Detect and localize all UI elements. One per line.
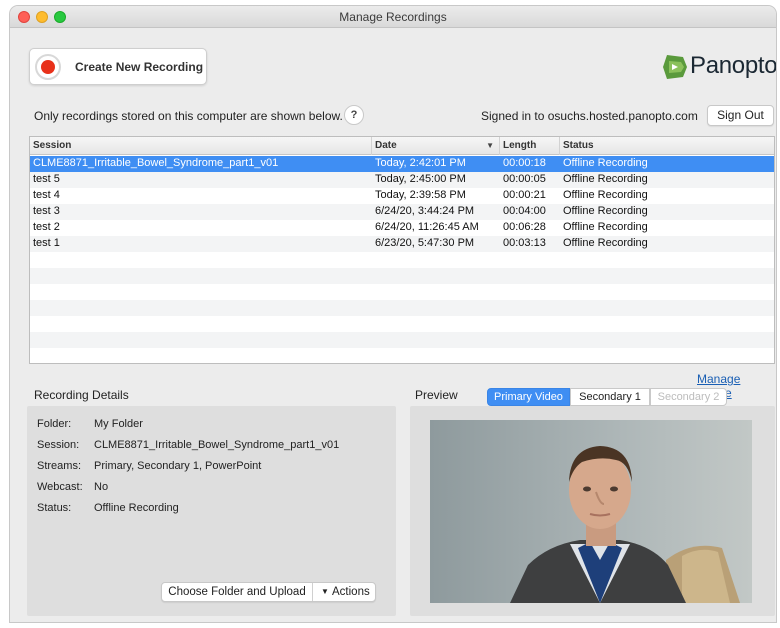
folder-value: My Folder [94,418,143,430]
cell-date: Today, 2:39:58 PM [375,189,466,201]
actions-label: Actions [332,586,370,598]
cell-session: test 4 [33,189,60,201]
table-row[interactable]: test 5 Today, 2:45:00 PM 00:00:05 Offlin… [30,172,774,188]
panopto-logo: Panopto [661,51,776,83]
manage-recordings-window: Manage Recordings Create New Recording P… [10,6,776,622]
cell-date: 6/24/20, 11:26:45 AM [375,221,479,233]
empty-row [30,332,774,348]
recording-details-title: Recording Details [34,388,129,402]
actions-dropdown-button[interactable]: ▼ Actions [314,583,376,601]
empty-row [30,252,774,268]
table-row[interactable]: test 4 Today, 2:39:58 PM 00:00:21 Offlin… [30,188,774,204]
cell-length: 00:00:21 [503,189,546,201]
cell-length: 00:03:13 [503,237,546,249]
signed-in-text: Signed in to osuchs.hosted.panopto.com [481,109,698,123]
status-label: Status: [37,502,72,514]
cell-session: test 5 [33,173,60,185]
streams-label: Streams: [37,460,82,472]
tab-secondary-1[interactable]: Secondary 1 [570,388,650,406]
window-title: Manage Recordings [339,10,447,24]
cell-status: Offline Recording [563,157,648,169]
column-header-status[interactable]: Status [560,137,774,155]
cell-date: 6/24/20, 3:44:24 PM [375,205,475,217]
panopto-logo-icon [663,55,687,79]
cell-date: Today, 2:45:00 PM [375,173,466,185]
cell-length: 00:00:05 [503,173,546,185]
cell-session: test 3 [33,205,60,217]
column-header-session[interactable]: Session [30,137,372,155]
empty-row [30,348,774,363]
preview-title: Preview [415,388,458,402]
empty-row [30,316,774,332]
cell-session: test 1 [33,237,60,249]
cell-status: Offline Recording [563,237,648,249]
cell-length: 00:00:18 [503,157,546,169]
create-new-recording-label: Create New Recording [75,60,204,74]
streams-value: Primary, Secondary 1, PowerPoint [94,460,262,472]
table-row[interactable]: CLME8871_Irritable_Bowel_Syndrome_part1_… [30,156,774,172]
column-header-date-label: Date [375,140,397,151]
cell-session: CLME8871_Irritable_Bowel_Syndrome_part1_… [33,157,279,169]
cell-status: Offline Recording [563,173,648,185]
table-row[interactable]: test 3 6/24/20, 3:44:24 PM 00:04:00 Offl… [30,204,774,220]
video-preview [430,420,752,603]
webcast-label: Webcast: [37,481,83,493]
empty-row [30,300,774,316]
tab-primary-video[interactable]: Primary Video [487,388,570,406]
recording-details-panel: Folder: My Folder Session: CLME8871_Irri… [27,406,396,616]
preview-panel [410,406,775,616]
recordings-table: Session Date ▼ Length Status CLME8871_Ir… [29,136,775,364]
cell-session: test 2 [33,221,60,233]
table-header: Session Date ▼ Length Status [30,137,774,155]
upload-button-group: Choose Folder and Upload ▼ Actions [161,582,376,602]
cell-length: 00:06:28 [503,221,546,233]
presenter-video-frame [430,420,752,603]
panopto-logo-text: Panopto [690,52,776,79]
record-icon [35,54,61,80]
cell-status: Offline Recording [563,189,648,201]
session-label: Session: [37,439,80,451]
empty-row [30,268,774,284]
session-value: CLME8871_Irritable_Bowel_Syndrome_part1_… [94,439,340,451]
cell-date: 6/23/20, 5:47:30 PM [375,237,475,249]
sort-descending-icon: ▼ [486,141,494,150]
cell-status: Offline Recording [563,205,648,217]
cell-date: Today, 2:42:01 PM [375,157,466,169]
tab-secondary-2: Secondary 2 [650,388,727,406]
column-header-date[interactable]: Date ▼ [372,137,500,155]
create-new-recording-button[interactable]: Create New Recording [29,48,207,85]
dropdown-arrow-icon: ▼ [321,587,329,596]
webcast-value: No [94,481,109,493]
sign-out-button[interactable]: Sign Out [707,105,774,126]
column-header-length[interactable]: Length [500,137,560,155]
choose-folder-and-upload-button[interactable]: Choose Folder and Upload [162,583,313,601]
title-bar: Manage Recordings [10,6,776,28]
status-value: Offline Recording [94,502,179,514]
table-body: CLME8871_Irritable_Bowel_Syndrome_part1_… [30,156,774,363]
cell-status: Offline Recording [563,221,648,233]
cell-length: 00:04:00 [503,205,546,217]
empty-row [30,284,774,300]
help-button[interactable]: ? [344,105,364,125]
table-row[interactable]: test 2 6/24/20, 11:26:45 AM 00:06:28 Off… [30,220,774,236]
local-recordings-note: Only recordings stored on this computer … [34,109,343,123]
table-row[interactable]: test 1 6/23/20, 5:47:30 PM 00:03:13 Offl… [30,236,774,252]
folder-label: Folder: [37,418,72,430]
